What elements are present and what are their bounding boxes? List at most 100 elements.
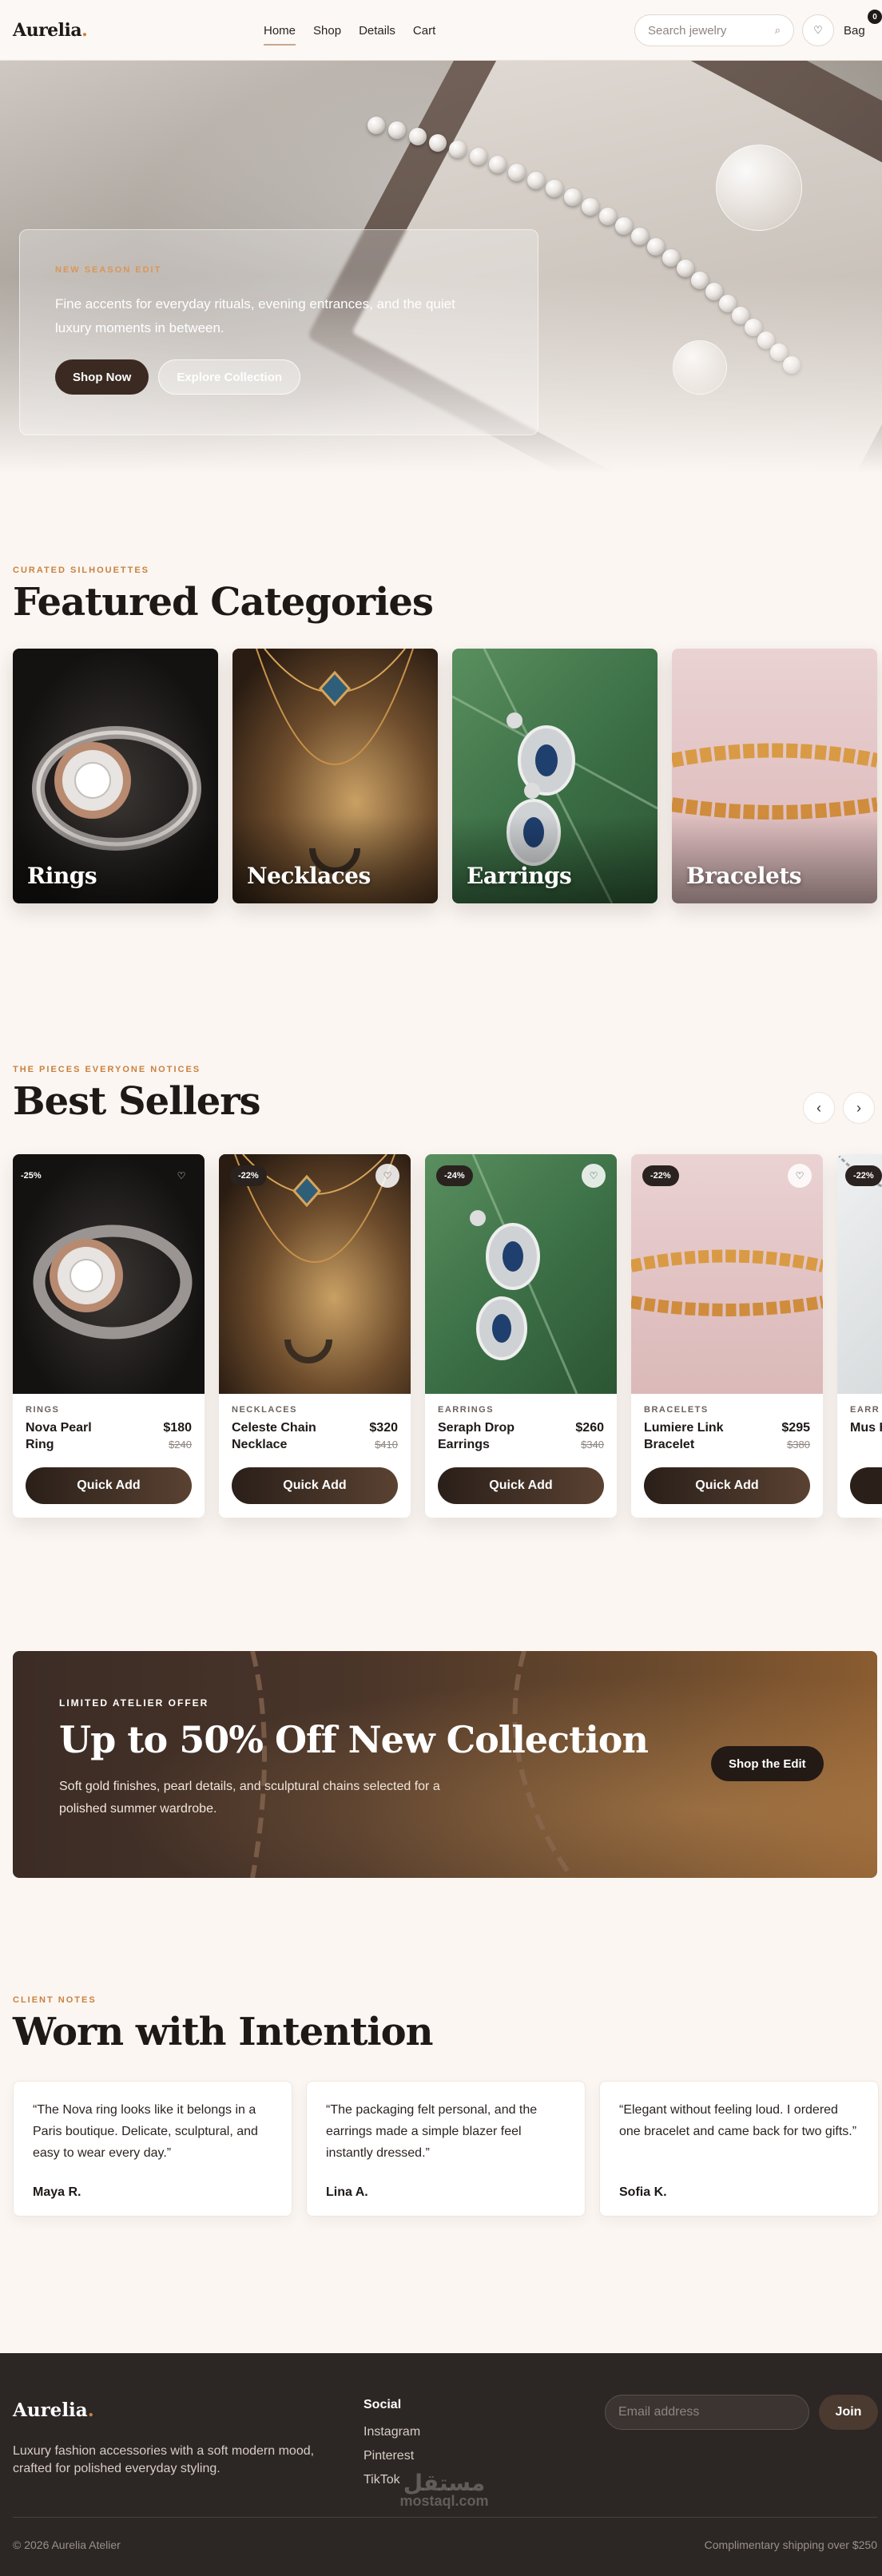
product-name[interactable]: Mus Hoo bbox=[850, 1419, 882, 1436]
pinterest-link[interactable]: Pinterest bbox=[364, 2444, 420, 2468]
promo-title: Up to 50% Off New Collection bbox=[59, 1718, 649, 1761]
favorite-button[interactable]: ♡ bbox=[582, 1164, 606, 1188]
pearl-bead bbox=[429, 133, 447, 152]
quick-add-button[interactable]: Quick Add bbox=[644, 1467, 810, 1504]
product-category: EARR bbox=[850, 1405, 880, 1415]
explore-collection-button[interactable]: Explore Collection bbox=[158, 359, 301, 395]
discount-badge: -25% bbox=[21, 1171, 42, 1181]
product-card[interactable]: -22% ♡ BRACELETS Lumiere Link Bracelet $… bbox=[631, 1154, 823, 1518]
product-category: EARRINGS bbox=[438, 1405, 495, 1415]
product-info: EARR Mus Hoo bbox=[850, 1405, 882, 1436]
quick-add-button[interactable]: Quick Add bbox=[438, 1467, 604, 1504]
search-icon[interactable]: ⌕ bbox=[775, 24, 781, 37]
favorite-button[interactable]: ♡ bbox=[788, 1164, 812, 1188]
category-label: Bracelets bbox=[686, 863, 802, 889]
product-name[interactable]: Celeste Chain Necklace bbox=[232, 1419, 328, 1453]
product-price: $180 bbox=[163, 1421, 192, 1435]
hero-actions: Shop Now Explore Collection bbox=[55, 359, 503, 395]
footer-logo[interactable]: Aurelia. bbox=[13, 2399, 94, 2421]
product-category: RINGS bbox=[26, 1405, 60, 1415]
card-shade bbox=[13, 816, 218, 903]
product-card[interactable]: -24% ♡ EARRINGS Seraph Drop Earrings $26… bbox=[425, 1154, 617, 1518]
footer-tagline: Luxury fashion accessories with a soft m… bbox=[13, 2444, 315, 2475]
testimonial-quote: “The packaging felt personal, and the ea… bbox=[326, 2103, 538, 2160]
pearl-bead bbox=[582, 197, 600, 216]
nav-details[interactable]: Details bbox=[359, 21, 395, 41]
shop-now-button[interactable]: Shop Now bbox=[55, 359, 149, 395]
product-info: EARRINGS Seraph Drop Earrings $260 $340 bbox=[438, 1405, 604, 1453]
search-input[interactable] bbox=[648, 23, 768, 38]
necklace-image bbox=[837, 1154, 882, 1188]
email-field[interactable] bbox=[605, 2395, 809, 2430]
category-label: Rings bbox=[27, 863, 97, 889]
hero-section: NEW SEASON EDIT Fine accents for everyda… bbox=[0, 61, 882, 484]
testimonials-eyebrow: CLIENT NOTES bbox=[13, 1995, 97, 2005]
categories-eyebrow: CURATED SILHOUETTES bbox=[13, 566, 150, 575]
shop-the-edit-button[interactable]: Shop the Edit bbox=[711, 1746, 824, 1781]
bracelet-image bbox=[631, 1249, 823, 1316]
bag-label: Bag bbox=[844, 23, 865, 38]
pearl-bead bbox=[647, 238, 665, 256]
nav-shop[interactable]: Shop bbox=[313, 21, 341, 41]
heart-icon: ♡ bbox=[813, 24, 823, 36]
category-card-necklaces[interactable]: Necklaces bbox=[232, 649, 438, 903]
bag-button[interactable]: Bag bbox=[844, 14, 865, 46]
testimonial-card: “The packaging felt personal, and the ea… bbox=[306, 2081, 586, 2217]
instagram-link[interactable]: Instagram bbox=[364, 2420, 420, 2444]
product-name[interactable]: Nova Pearl Ring bbox=[26, 1419, 121, 1453]
product-card[interactable]: -22% EARR Mus Hoo bbox=[837, 1154, 882, 1518]
quick-add-button[interactable]: Quick Add bbox=[26, 1467, 192, 1504]
product-card[interactable]: -22% ♡ NECKLACES Celeste Chain Necklace … bbox=[219, 1154, 411, 1518]
discount-badge: -24% bbox=[436, 1165, 473, 1186]
carousel-prev-button[interactable]: ‹ bbox=[803, 1092, 835, 1124]
social-heading: Social bbox=[364, 2398, 402, 2411]
product-name[interactable]: Lumiere Link Bracelet bbox=[644, 1419, 740, 1453]
earrings-image bbox=[470, 1154, 578, 1394]
hero-card: NEW SEASON EDIT Fine accents for everyda… bbox=[19, 229, 538, 435]
best-sellers-eyebrow: THE PIECES EVERYONE NOTICES bbox=[13, 1065, 201, 1074]
category-card-rings[interactable]: Rings bbox=[13, 649, 218, 903]
nav-home[interactable]: Home bbox=[264, 21, 296, 46]
quick-add-button[interactable]: Quick Add bbox=[232, 1467, 398, 1504]
nav-cart[interactable]: Cart bbox=[413, 21, 435, 41]
product-image[interactable]: -22% bbox=[837, 1154, 882, 1394]
site-header: Aurelia. Home Shop Details Cart ⌕ ♡ Bag … bbox=[0, 0, 882, 61]
product-image[interactable]: -22% ♡ bbox=[631, 1154, 823, 1394]
testimonial-quote: “Elegant without feeling loud. I ordered… bbox=[619, 2103, 857, 2138]
card-shade bbox=[452, 816, 658, 903]
chevron-right-icon: › bbox=[856, 1099, 861, 1116]
favorite-button[interactable]: ♡ bbox=[169, 1164, 193, 1188]
category-card-earrings[interactable]: Earrings bbox=[452, 649, 658, 903]
brand-logo[interactable]: Aurelia. bbox=[13, 20, 88, 41]
ring-image bbox=[33, 1224, 193, 1340]
product-name[interactable]: Seraph Drop Earrings bbox=[438, 1419, 534, 1453]
best-sellers-title: Best Sellers bbox=[13, 1079, 261, 1124]
product-price: $320 bbox=[369, 1421, 398, 1435]
wishlist-button[interactable]: ♡ bbox=[802, 14, 834, 46]
product-image[interactable]: -24% ♡ bbox=[425, 1154, 617, 1394]
pearl-bead bbox=[489, 155, 507, 173]
category-card-bracelets[interactable]: Bracelets bbox=[672, 649, 877, 903]
categories-title: Featured Categories bbox=[13, 580, 434, 625]
testimonial-author: Maya R. bbox=[33, 2185, 81, 2199]
promo-eyebrow: LIMITED ATELIER OFFER bbox=[59, 1697, 209, 1709]
testimonials-title: Worn with Intention bbox=[13, 2010, 434, 2054]
product-card[interactable]: -25% ♡ RINGS Nova Pearl Ring $180 $240 Q… bbox=[13, 1154, 205, 1518]
discount-badge: -22% bbox=[642, 1165, 679, 1186]
product-image[interactable]: -22% ♡ bbox=[219, 1154, 411, 1394]
carousel-next-button[interactable]: › bbox=[843, 1092, 875, 1124]
product-info: BRACELETS Lumiere Link Bracelet $295 $38… bbox=[644, 1405, 810, 1453]
product-old-price: $410 bbox=[375, 1439, 398, 1451]
quick-add-button[interactable] bbox=[850, 1467, 882, 1504]
search-box: ⌕ bbox=[634, 14, 794, 46]
favorite-button[interactable]: ♡ bbox=[375, 1164, 399, 1188]
heart-icon: ♡ bbox=[383, 1170, 392, 1181]
product-image[interactable]: -25% ♡ bbox=[13, 1154, 205, 1394]
copyright-text: © 2026 Aurelia Atelier bbox=[13, 2538, 121, 2551]
testimonial-card: “Elegant without feeling loud. I ordered… bbox=[599, 2081, 879, 2217]
pearl-bead bbox=[598, 207, 617, 225]
hero-eyebrow: NEW SEASON EDIT bbox=[55, 265, 162, 275]
watermark-logo: مستقل mostaql.com bbox=[399, 2471, 489, 2509]
join-button[interactable]: Join bbox=[819, 2395, 878, 2430]
card-shade bbox=[232, 816, 438, 903]
